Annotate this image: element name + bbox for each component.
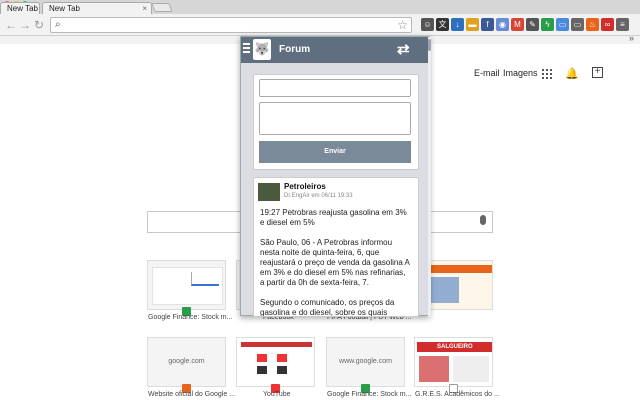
address-bar[interactable]: ⌕ ☆ bbox=[50, 17, 412, 33]
most-visited-tile[interactable]: YouTube bbox=[236, 337, 315, 398]
menu-icon[interactable]: ≡ bbox=[616, 18, 629, 31]
forum-extension-popup: 🐺 Forum ⇄ Enviar Petroleiros Dr.EngAir e… bbox=[240, 36, 431, 317]
most-visited-tile[interactable]: www.google.com Google Finance: Stock m..… bbox=[326, 337, 411, 398]
new-tab-button[interactable] bbox=[151, 3, 173, 12]
dropper-icon[interactable]: ✎ bbox=[526, 18, 539, 31]
post-title-input[interactable] bbox=[259, 79, 411, 97]
most-visited-tile[interactable]: SALGUEIRO G.R.E.S. Acadêmicos do ... bbox=[414, 337, 500, 398]
tab-label: New Tab bbox=[7, 4, 38, 13]
email-link[interactable]: E-mail bbox=[474, 68, 500, 78]
popup-header: 🐺 Forum ⇄ bbox=[241, 37, 431, 63]
search-icon: ⌕ bbox=[55, 19, 61, 30]
tab-new-tab-1[interactable]: New Tab bbox=[0, 2, 40, 14]
avatar bbox=[258, 183, 280, 201]
post-author[interactable]: Petroleiros bbox=[284, 182, 326, 191]
post-message-textarea[interactable] bbox=[259, 102, 411, 135]
tile-label: Google Finance: Stock m... bbox=[148, 314, 233, 321]
ghost-icon[interactable]: ☺ bbox=[421, 18, 434, 31]
tile-thumbnail: SALGUEIRO bbox=[417, 342, 492, 352]
folder-icon[interactable]: ▬ bbox=[466, 18, 479, 31]
notifications-bell-icon[interactable]: 🔔 bbox=[565, 67, 579, 80]
microphone-icon[interactable] bbox=[480, 215, 486, 225]
post-paragraph: 19:27 Petrobras reajusta gasolina em 3% … bbox=[260, 208, 407, 227]
tile-thumbnail bbox=[152, 267, 223, 305]
browser-toolbar: ← → ↻ ⌕ ☆ ☺ 文 ↓ ▬ f ◉ M ✎ ϟ ▭ ▭ ♨ ∞ ≡ bbox=[0, 14, 640, 36]
popup-title: Forum bbox=[279, 44, 311, 55]
post-paragraph: São Paulo, 06 - A Petrobras informou nes… bbox=[260, 238, 410, 287]
screen-icon[interactable]: ▭ bbox=[556, 18, 569, 31]
share-plus-icon[interactable]: + bbox=[592, 67, 603, 78]
most-visited-tile[interactable]: Google Finance: Stock m... bbox=[147, 260, 232, 321]
mask-icon[interactable]: ∞ bbox=[601, 18, 614, 31]
post-meta: Dr.EngAir em 06/11 19:33 bbox=[284, 193, 353, 199]
facebook-icon[interactable]: f bbox=[481, 18, 494, 31]
tab-strip: New Tab New Tab × bbox=[0, 0, 640, 14]
refresh-swap-icon[interactable]: ⇄ bbox=[397, 40, 410, 58]
tile-domain: google.com bbox=[168, 358, 205, 365]
lightning-icon[interactable]: ϟ bbox=[541, 18, 554, 31]
download-icon[interactable]: ↓ bbox=[451, 18, 464, 31]
forum-post: Petroleiros Dr.EngAir em 06/11 19:33 19:… bbox=[253, 177, 419, 317]
reload-icon[interactable]: ↻ bbox=[34, 18, 44, 32]
tab-label: New Tab bbox=[49, 4, 80, 13]
tile-label: Google Finance: Stock m... bbox=[327, 391, 412, 398]
tile-thumbnail bbox=[241, 342, 312, 347]
fire-icon[interactable]: ♨ bbox=[586, 18, 599, 31]
wolf-logo-icon: 🐺 bbox=[253, 39, 271, 60]
hamburger-menu-icon[interactable] bbox=[243, 43, 250, 55]
tile-label: G.R.E.S. Acadêmicos do ... bbox=[415, 391, 500, 398]
post-form: Enviar bbox=[253, 74, 419, 170]
apps-grid-icon[interactable] bbox=[542, 69, 552, 79]
forward-arrow-icon[interactable]: → bbox=[19, 18, 31, 32]
back-arrow-icon[interactable]: ← bbox=[5, 18, 17, 32]
post-paragraph: Segundo o comunicado, os preços da gasol… bbox=[260, 298, 395, 317]
tile-domain: www.google.com bbox=[339, 358, 392, 365]
more-bookmarks-icon[interactable]: » bbox=[629, 33, 634, 43]
popup-scrollbar[interactable] bbox=[428, 37, 431, 317]
bookmark-star-icon[interactable]: ☆ bbox=[397, 18, 408, 32]
send-button[interactable]: Enviar bbox=[259, 141, 411, 163]
gmail-icon[interactable]: M bbox=[511, 18, 524, 31]
close-tab-icon[interactable]: × bbox=[142, 3, 147, 14]
cast-icon[interactable]: ▭ bbox=[571, 18, 584, 31]
images-link[interactable]: Imagens bbox=[503, 68, 538, 78]
post-body: 19:27 Petrobras reajusta gasolina em 3% … bbox=[260, 208, 410, 317]
translate-icon[interactable]: 文 bbox=[436, 18, 449, 31]
tab-new-tab-active[interactable]: New Tab × bbox=[42, 2, 152, 14]
most-visited-tile[interactable]: google.com Website oficial do Google ... bbox=[147, 337, 235, 398]
tile-label: Website oficial do Google ... bbox=[148, 391, 236, 398]
camera-icon[interactable]: ◉ bbox=[496, 18, 509, 31]
